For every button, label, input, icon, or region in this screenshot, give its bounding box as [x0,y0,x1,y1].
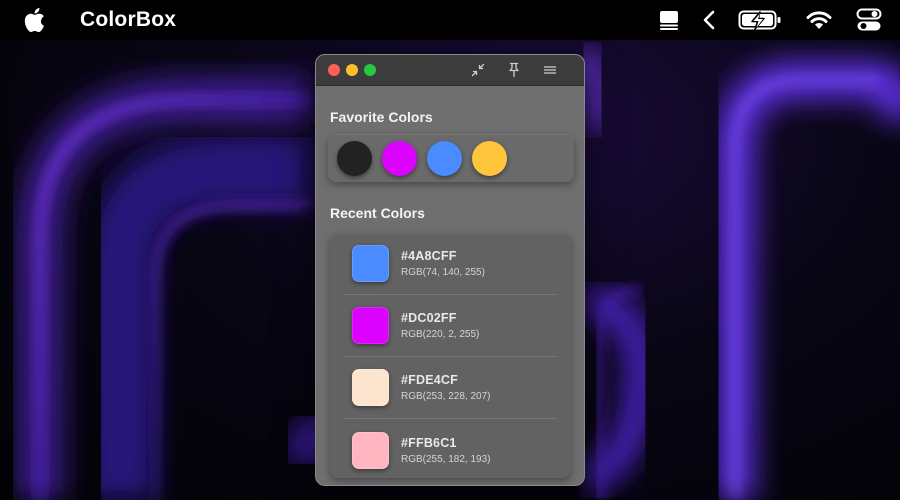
recent-color-chip[interactable] [352,369,389,406]
recent-color-hex: #FDE4CF [401,373,458,387]
recent-color-info: #DC02FF RGB(220, 2, 255) [401,311,479,340]
favorite-color-swatch[interactable] [337,140,372,176]
recent-color-hex: #FFB6C1 [401,435,457,450]
recent-color-info: #4A8CFF RGB(74, 140, 255) [401,249,485,278]
colorbox-window: Favorite Colors Recent Colors #4A8CFF RGB… [315,54,585,486]
pin-icon[interactable] [506,62,522,78]
menu-bar: ColorBox [0,0,900,40]
recent-color-chip[interactable] [352,245,389,282]
favorite-color-swatch[interactable] [382,140,417,176]
recent-color-rgb: RGB(220, 2, 255) [401,329,480,340]
recent-color-row[interactable]: #4A8CFF RGB(74, 140, 255) [344,233,557,295]
favorite-color-swatch[interactable] [472,140,507,176]
recent-color-chip[interactable] [352,307,389,344]
recent-color-rgb: RGB(255, 182, 193) [401,453,491,465]
recent-colors-list: #4A8CFF RGB(74, 140, 255) #DC02FF RGB(220, … [330,233,571,478]
stack-icon[interactable] [658,0,680,40]
recent-colors-heading: Recent Colors [330,205,425,221]
recent-color-row[interactable]: #FDE4CF RGB(253, 228, 207) [344,357,557,419]
minimize-window-button[interactable] [346,64,358,76]
apple-logo-icon[interactable] [22,6,46,34]
favorite-color-swatch[interactable] [427,140,462,176]
control-center-icon[interactable] [856,0,882,40]
window-toolbar [470,62,584,78]
active-app-name[interactable]: ColorBox [80,8,176,32]
wifi-icon[interactable] [804,0,834,40]
recent-color-row[interactable]: #FFB6C1 RGB(255, 182, 193) [344,419,557,481]
recent-color-info: #FFB6C1 RGB(255, 182, 193) [401,436,491,465]
favorite-colors-heading: Favorite Colors [330,109,433,125]
maximize-window-button[interactable] [364,64,376,76]
favorite-colors-panel [328,134,574,182]
close-window-button[interactable] [328,64,340,76]
recent-color-hex: #4A8CFF [401,249,457,263]
window-titlebar[interactable] [316,55,584,86]
recent-color-rgb: RGB(253, 228, 207) [401,391,491,402]
recent-color-info: #FDE4CF RGB(253, 228, 207) [401,373,491,402]
status-menu-area [658,0,882,40]
menu-icon[interactable] [542,62,558,78]
collapse-icon[interactable] [470,62,486,78]
battery-charging-icon[interactable] [738,0,782,40]
recent-color-row[interactable]: #DC02FF RGB(220, 2, 255) [344,295,557,357]
recent-color-chip[interactable] [352,431,389,469]
chevron-left-icon[interactable] [702,0,716,40]
recent-color-hex: #DC02FF [401,311,457,325]
recent-color-rgb: RGB(74, 140, 255) [401,267,485,278]
